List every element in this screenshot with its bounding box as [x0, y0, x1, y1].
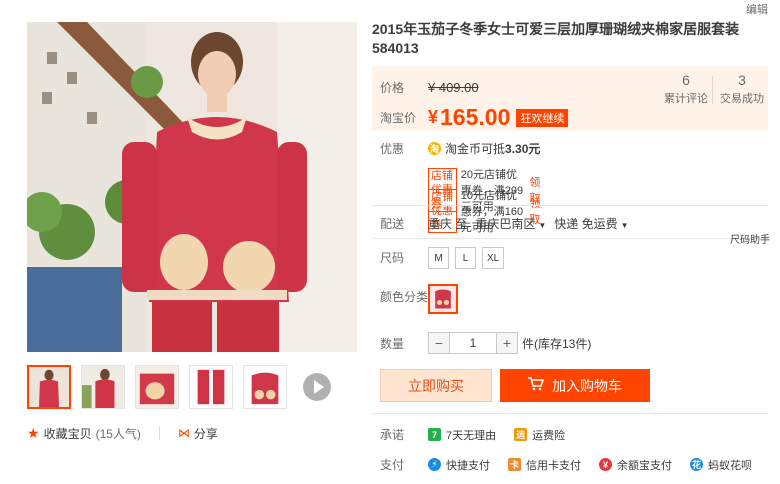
ship-to-select[interactable]: 重庆巴南区 ▼	[475, 215, 546, 232]
coin-row: 优惠 淘 淘金币可抵 3.30元	[380, 140, 540, 157]
thumbnail-strip	[27, 364, 331, 410]
thumbnail-1[interactable]	[27, 365, 71, 409]
chevron-down-icon: ▼	[538, 221, 547, 230]
add-to-cart-label: 加入购物车	[552, 377, 622, 394]
thumbnail-2[interactable]	[81, 365, 125, 409]
favorite-label: 收藏宝贝	[43, 426, 92, 441]
seven-day-return[interactable]: 7 7天无理由	[428, 427, 496, 443]
buy-now-button[interactable]: 立即购买	[380, 369, 492, 402]
favorite-count: (15人气)	[95, 426, 141, 441]
deal-stats[interactable]: 3 交易成功	[720, 72, 764, 106]
quantity-minus-button[interactable]: −	[428, 332, 450, 354]
deal-label: 交易成功	[720, 93, 764, 105]
thumbnail-3[interactable]	[135, 365, 179, 409]
quick-pay[interactable]: ⚡ 快捷支付	[428, 457, 490, 473]
shipping-insurance[interactable]: 运 运费险	[514, 427, 565, 443]
quantity-stepper: − 1 +	[428, 332, 518, 354]
star-icon: ★	[27, 424, 40, 441]
cart-icon	[528, 377, 545, 394]
color-option-red[interactable]	[428, 284, 458, 314]
payment-row: 支付 ⚡ 快捷支付 卡 信用卡支付 ¥ 余额宝支付 花 蚂蚁花呗	[380, 456, 770, 473]
size-option-m[interactable]: M	[428, 247, 449, 269]
main-product-image	[27, 22, 357, 352]
huabei-icon: 花	[690, 458, 703, 471]
quick-pay-icon: ⚡	[428, 458, 441, 471]
ship-method-text: 快递 免运费	[554, 217, 618, 231]
current-price-row: 淘宝价 ¥ 165.00 狂欢继续	[380, 104, 569, 131]
left-actions: ★ 收藏宝贝 (15人气) ⋈ 分享	[27, 424, 218, 442]
review-count: 6	[682, 72, 690, 88]
credit-card-text: 信用卡支付	[526, 459, 581, 472]
thumbnail-4[interactable]	[189, 365, 233, 409]
promise-row: 承诺 7 7天无理由 运 运费险	[380, 426, 583, 443]
yuebao-pay[interactable]: ¥ 余额宝支付	[599, 457, 672, 473]
edit-link[interactable]: 编辑	[746, 1, 768, 17]
divider-line	[372, 238, 768, 239]
color-label: 颜色分类	[380, 290, 429, 304]
play-video-icon[interactable]	[303, 373, 331, 401]
credit-card-icon: 卡	[508, 458, 521, 471]
coin-text: 淘金币可抵	[445, 142, 506, 156]
quantity-row: 数量 − 1 + 件(库存13件)	[380, 332, 591, 354]
size-helper-link[interactable]: 尺码助手	[730, 231, 770, 246]
quantity-plus-button[interactable]: +	[496, 332, 518, 354]
quantity-input[interactable]: 1	[450, 332, 496, 354]
thumbnail-5[interactable]	[243, 365, 287, 409]
divider	[158, 426, 160, 440]
seven-day-icon: 7	[428, 428, 441, 441]
taojinbi-coin-icon: 淘	[428, 142, 441, 155]
size-option-l[interactable]: L	[455, 247, 476, 269]
quantity-label: 数量	[380, 336, 405, 351]
huabei-pay[interactable]: 花 蚂蚁花呗	[690, 457, 752, 473]
promotions: 优惠 淘 淘金币可抵 3.30元 店铺优惠券 20元店铺优惠券，满299元可用 …	[380, 140, 540, 234]
size-label: 尺码	[380, 251, 405, 265]
review-label: 累计评论	[664, 93, 708, 105]
ship-to-text: 重庆巴南区	[475, 217, 536, 231]
share-label: 分享	[193, 426, 218, 441]
promo-tag: 狂欢继续	[516, 108, 569, 127]
price-label: 价格	[380, 81, 405, 95]
huabei-text: 蚂蚁花呗	[708, 459, 752, 472]
quick-pay-text: 快捷支付	[446, 459, 490, 472]
shipping-insurance-icon: 运	[514, 428, 528, 441]
current-price: 165.00	[440, 104, 511, 130]
divider-line	[372, 413, 768, 414]
favorite-button[interactable]: ★ 收藏宝贝 (15人气)	[27, 425, 141, 442]
color-row: 颜色分类	[380, 284, 458, 314]
stock-text: 件(库存13件)	[522, 336, 592, 351]
product-title: 2015年玉茄子冬季女士可爱三层加厚珊瑚绒夹棉家居服套装 584013	[372, 21, 740, 56]
currency-symbol: ¥	[428, 107, 439, 127]
size-option-xl[interactable]: XL	[482, 247, 505, 269]
share-icon: ⋈	[177, 426, 190, 440]
taobao-price-label: 淘宝价	[380, 111, 417, 125]
divider-line	[372, 205, 768, 206]
original-price: ¥ 409.00	[428, 80, 479, 95]
coin-amount: 3.30元	[505, 142, 541, 156]
original-price-row: 价格 ¥ 409.00	[380, 79, 479, 96]
size-options: M L XL	[428, 247, 505, 269]
promise-label: 承诺	[380, 428, 405, 442]
deal-count: 3	[738, 72, 746, 88]
yuebao-icon: ¥	[599, 458, 612, 471]
ship-method-select[interactable]: 快递 免运费 ▼	[554, 215, 628, 232]
size-row: 尺码 M L XL	[380, 247, 505, 269]
shipping-insurance-text: 运费险	[532, 429, 566, 442]
stats-divider	[712, 76, 713, 104]
share-button[interactable]: ⋈ 分享	[178, 425, 218, 442]
add-to-cart-button[interactable]: 加入购物车	[500, 369, 650, 402]
seven-day-text: 7天无理由	[446, 429, 497, 442]
ship-from: 重庆 至	[428, 217, 468, 231]
payment-label: 支付	[380, 458, 405, 472]
yuebao-text: 余额宝支付	[617, 459, 672, 472]
shipping-label: 配送	[380, 217, 405, 231]
credit-card-pay[interactable]: 卡 信用卡支付	[508, 457, 581, 473]
shipping-row: 配送 重庆 至 重庆巴南区 ▼ 快递 免运费 ▼	[380, 215, 637, 232]
promo-label: 优惠	[380, 142, 405, 156]
chevron-down-icon: ▼	[620, 221, 629, 230]
review-stats[interactable]: 6 累计评论	[664, 72, 708, 106]
